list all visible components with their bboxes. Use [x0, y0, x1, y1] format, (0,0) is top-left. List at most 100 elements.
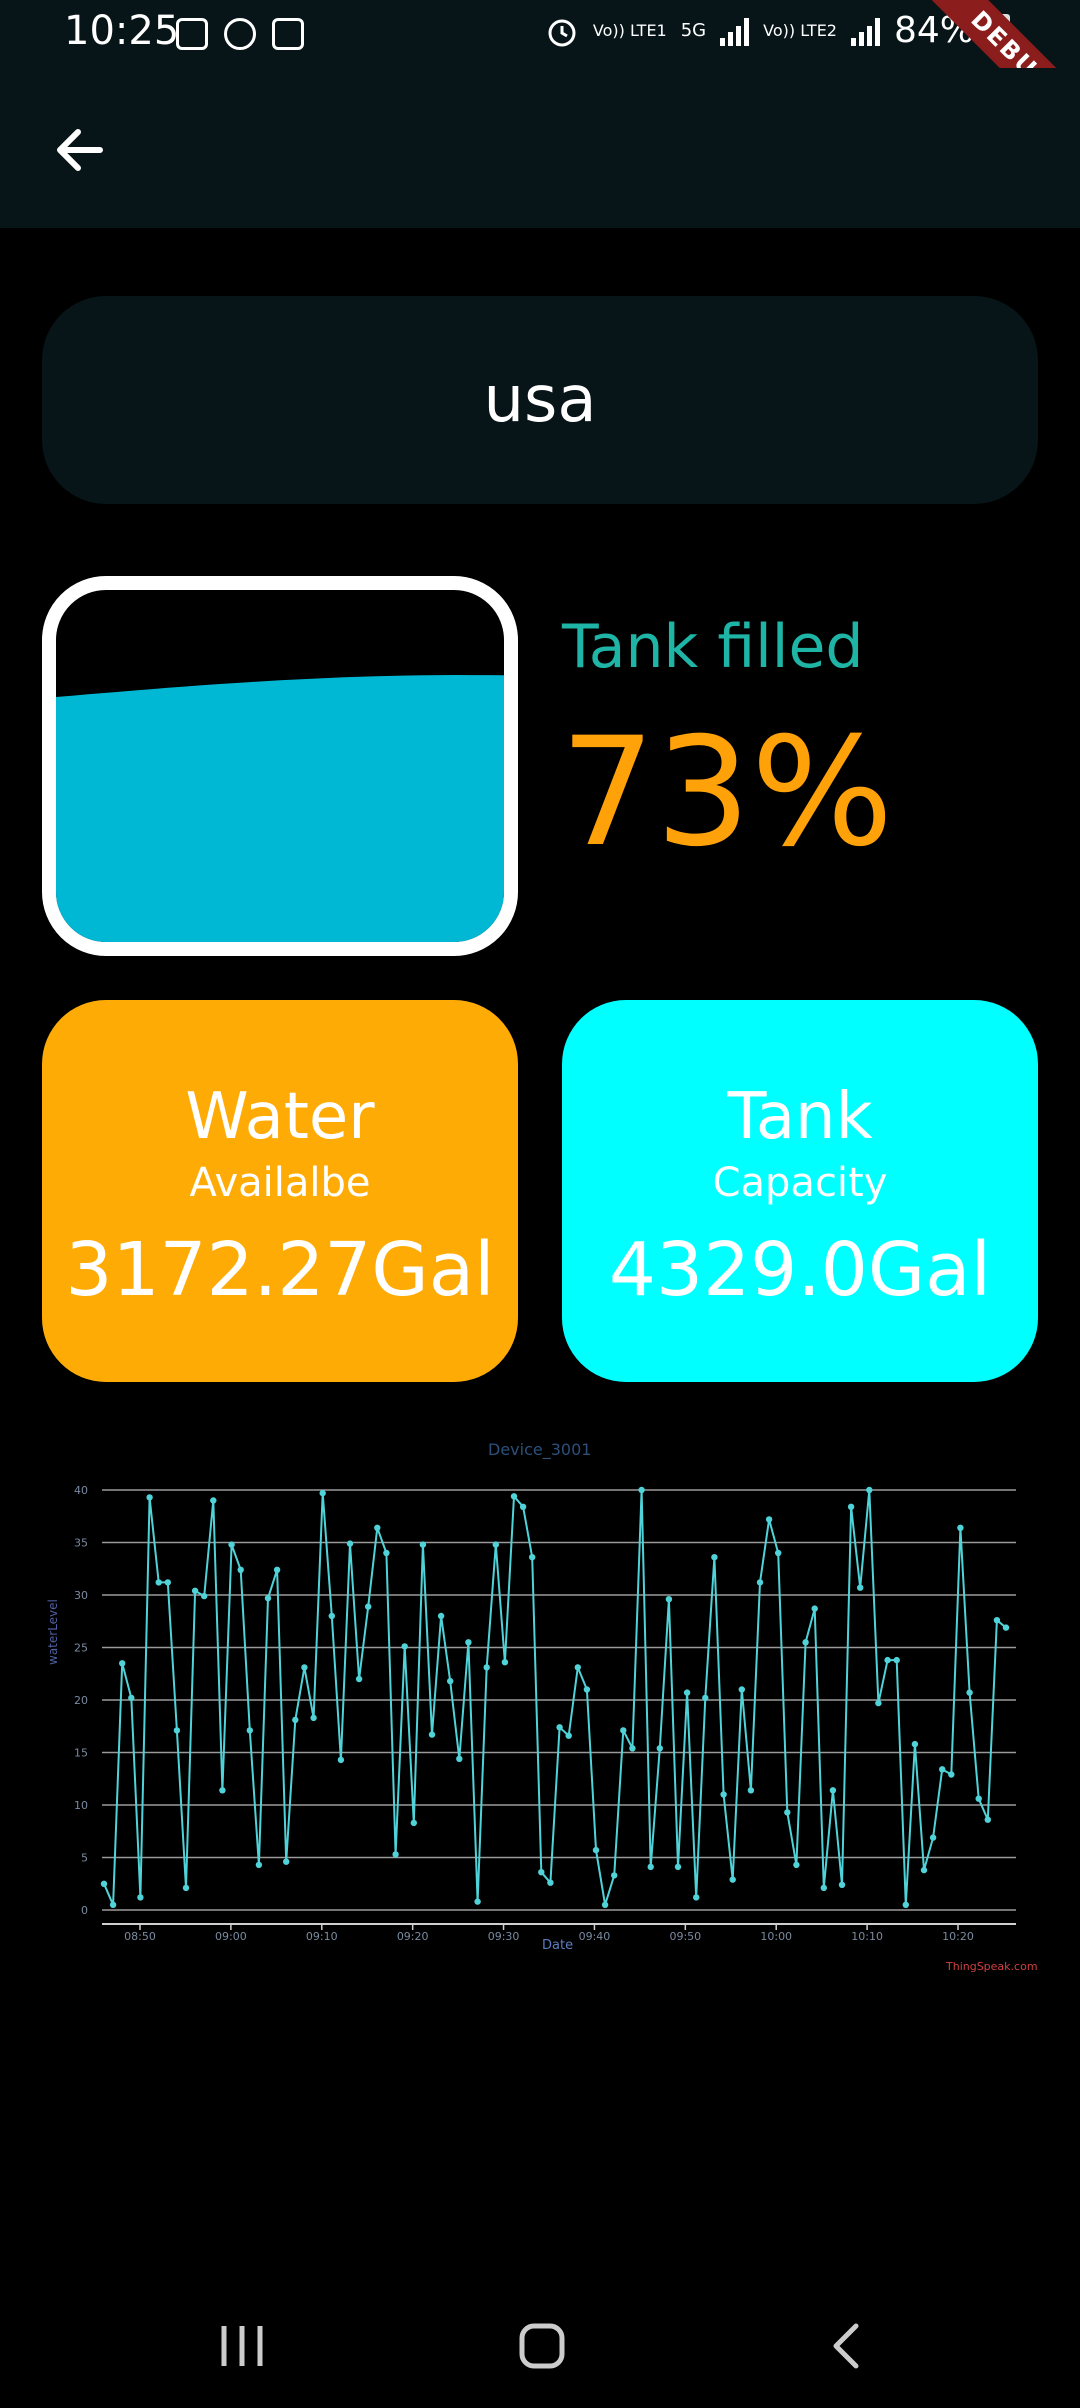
chart-point [875, 1699, 882, 1707]
chart-point [273, 1566, 281, 1573]
chart-y-tick: 25 [74, 1642, 88, 1655]
chart-point [219, 1787, 226, 1794]
chart-point [601, 1901, 609, 1908]
chart-point [756, 1579, 764, 1586]
chart-x-tick: 09:10 [306, 1930, 338, 1943]
chart-x-tick: 10:00 [760, 1930, 792, 1943]
chart-point [109, 1901, 117, 1908]
chart-point [784, 1809, 791, 1816]
chart-point [993, 1617, 1001, 1624]
signal-2-icon [850, 16, 880, 46]
chart-point [419, 1541, 427, 1548]
chart-y-tick: 40 [74, 1484, 88, 1497]
chart-point [720, 1791, 727, 1798]
chart-point [975, 1795, 982, 1802]
chart-point [693, 1894, 700, 1901]
chart-point [465, 1639, 472, 1646]
chart-point [547, 1879, 554, 1886]
chart-point [383, 1549, 390, 1557]
water-available-value: 3172.27Gal [65, 1227, 495, 1313]
chart-point [246, 1727, 253, 1734]
chart-point [374, 1524, 381, 1531]
home-icon[interactable] [518, 2322, 566, 2370]
chart-point [929, 1834, 937, 1841]
chart-point [629, 1745, 636, 1752]
chart-point [820, 1884, 827, 1892]
chart-point [638, 1486, 645, 1494]
chart-point [173, 1727, 181, 1734]
water-wave [56, 675, 504, 942]
chart-point [355, 1675, 363, 1683]
chart-point [811, 1605, 818, 1612]
chart-point [210, 1497, 217, 1504]
capacity-card-subtitle: Capacity [712, 1160, 888, 1206]
chart-x-tick: 09:20 [397, 1930, 429, 1943]
chart-plot: 0 5 10 15 20 25 30 35 40 08:50 09:00 09:10 09:20 09:3… [74, 1484, 1016, 1943]
chart-point [155, 1579, 162, 1586]
chart-point [337, 1756, 345, 1764]
chart-point [365, 1603, 372, 1610]
chart-point [437, 1612, 445, 1620]
status-bar: 10:25 Vo)) LTE1 5G Vo)) LTE2 84% DEBUG [0, 0, 1080, 159]
chart-x-tick: 09:30 [488, 1930, 520, 1943]
chart-title: Device_3001 [488, 1440, 592, 1459]
chart-point [255, 1861, 263, 1869]
chart-point [346, 1540, 354, 1547]
gallery-icon [176, 18, 208, 50]
chart-point [119, 1660, 126, 1667]
chart-y-tick: 10 [74, 1799, 88, 1812]
chart-point [939, 1766, 946, 1773]
chart-y-tick: 20 [74, 1694, 88, 1707]
chart-point [128, 1694, 135, 1702]
chart-point [565, 1732, 572, 1739]
chart-point [428, 1731, 436, 1738]
chart-y-label: waterLevel [46, 1599, 60, 1665]
status-system-icons: Vo)) LTE1 5G Vo)) LTE2 84% [545, 10, 1010, 51]
chart-point [301, 1664, 308, 1671]
chart-point [866, 1486, 873, 1494]
recent-apps-icon[interactable] [216, 2322, 268, 2370]
chart-point [283, 1858, 290, 1865]
network-1-label: Vo)) LTE1 [592, 21, 667, 40]
chart-x-label: Date [542, 1938, 574, 1953]
arrow-left-icon[interactable] [48, 120, 112, 180]
signal-1-icon [720, 16, 750, 46]
chart-point [656, 1745, 663, 1752]
water-card-title: Water [185, 1080, 375, 1154]
app-bar [0, 68, 1080, 228]
chart-point [857, 1584, 864, 1591]
chart-point [501, 1659, 509, 1666]
chart-x-tick: 09:40 [579, 1930, 611, 1943]
chart-point [319, 1489, 326, 1497]
chart-point [674, 1863, 682, 1871]
water-card-subtitle: Availalbe [189, 1160, 371, 1206]
chart-y-tick: 0 [81, 1904, 88, 1917]
chart-point [611, 1872, 618, 1879]
chart-point [775, 1549, 782, 1557]
chart-point [683, 1689, 691, 1696]
chart-point [100, 1880, 108, 1887]
chart-y-tick: 5 [81, 1852, 88, 1865]
device-name-card: usa [42, 296, 1038, 504]
chart-credit-link[interactable]: ThingSpeak.com [946, 1960, 1038, 1973]
chart-x-tick: 09:50 [669, 1930, 701, 1943]
chart-point [292, 1716, 299, 1724]
chart-point [492, 1541, 499, 1548]
chart-point [802, 1639, 809, 1646]
chart-point [747, 1787, 755, 1794]
back-icon[interactable] [828, 2322, 864, 2370]
capacity-card-title: Tank [727, 1080, 873, 1154]
chart-point [729, 1876, 736, 1883]
chart-y-tick: 15 [74, 1747, 88, 1760]
tank-capacity-card: Tank Capacity 4329.0Gal [562, 1000, 1038, 1382]
chart-point [237, 1566, 244, 1573]
chart-point [583, 1686, 591, 1693]
chart-point [702, 1694, 709, 1702]
chart-point [574, 1664, 581, 1671]
chart-point [447, 1677, 454, 1685]
chart-point [519, 1503, 527, 1510]
chart-x-tick: 10:20 [942, 1930, 974, 1943]
chart-point [738, 1686, 745, 1693]
chart-point [310, 1714, 317, 1722]
chart-point [838, 1881, 846, 1888]
